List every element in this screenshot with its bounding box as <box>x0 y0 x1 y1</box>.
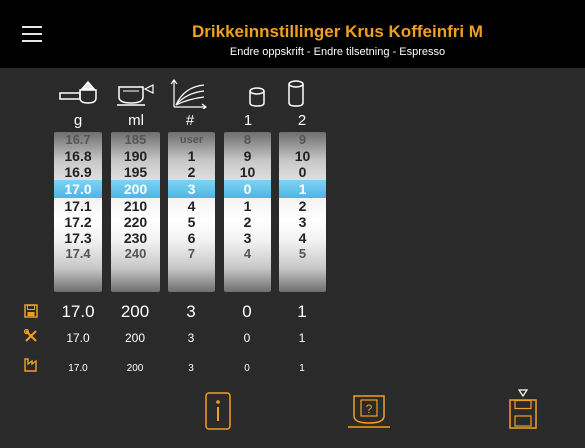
picker-item[interactable]: 16.8 <box>54 148 102 164</box>
picker-item[interactable]: 16.7 <box>54 132 102 148</box>
picker-item[interactable]: 240 <box>111 246 160 262</box>
factory-value-profile: 3 <box>188 363 194 374</box>
save-button[interactable] <box>507 388 539 430</box>
page-title: Drikkeinnstillinger Krus Koffeinfri M <box>192 22 483 41</box>
picker-item[interactable]: 195 <box>111 164 160 180</box>
column-label-profile: # <box>185 112 195 129</box>
picker-container-1[interactable]: 8 9 10 0 1 2 3 4 <box>224 132 271 292</box>
column-label-grams: g <box>73 112 83 129</box>
picker-item[interactable]: 1 <box>224 198 271 214</box>
service-value-container-1: 0 <box>243 331 251 345</box>
saved-value-grams: 17.0 <box>61 302 95 321</box>
picker-item[interactable]: 0 <box>279 164 326 180</box>
picker-item[interactable]: 4 <box>168 198 215 214</box>
factory-icon <box>24 358 37 372</box>
column-label-container-1: 1 <box>243 112 253 129</box>
factory-value-ml: 200 <box>126 363 144 374</box>
picker-item[interactable]: 17.1 <box>54 198 102 214</box>
picker-item[interactable]: 7 <box>168 246 215 262</box>
picker-item[interactable]: 4 <box>279 230 326 246</box>
picker-item[interactable]: 10 <box>224 164 271 180</box>
picker-item[interactable]: 230 <box>111 230 160 246</box>
picker-item[interactable]: 17.4 <box>54 246 102 262</box>
picker-item[interactable]: 1 <box>168 148 215 164</box>
factory-value-grams: 17.0 <box>68 363 88 374</box>
picker-item[interactable]: 5 <box>279 246 326 262</box>
service-value-grams: 17.0 <box>66 331 90 345</box>
container-2-icon <box>288 80 304 107</box>
picker-item-selected[interactable]: 3 <box>168 180 215 198</box>
picker-item[interactable]: 17.2 <box>54 214 102 230</box>
factory-value-container-1: 0 <box>244 363 250 374</box>
picker-item[interactable]: 8 <box>224 132 271 148</box>
info-button[interactable] <box>205 392 231 430</box>
factory-value-container-2: 1 <box>299 363 305 374</box>
save-icon <box>24 304 38 318</box>
service-value-container-2: 1 <box>298 331 306 345</box>
tools-icon <box>24 329 37 342</box>
picker-item[interactable]: 9 <box>224 148 271 164</box>
picker-grams[interactable]: 16.7 16.8 16.9 17.0 17.1 17.2 17.3 17.4 <box>54 132 102 292</box>
picker-item[interactable]: 5 <box>168 214 215 230</box>
service-value-profile: 3 <box>187 331 195 345</box>
service-value-ml: 200 <box>124 331 146 345</box>
picker-container-2[interactable]: 9 10 0 1 2 3 4 5 <box>279 132 326 292</box>
picker-item-selected[interactable]: 17.0 <box>54 180 102 198</box>
flow-profile-icon <box>170 79 207 109</box>
column-label-ml: ml <box>128 112 144 129</box>
picker-item[interactable]: 9 <box>279 132 326 148</box>
picker-item[interactable]: 16.9 <box>54 164 102 180</box>
header-bar: Drikkeinnstillinger Krus Koffeinfri M En… <box>0 0 585 68</box>
picker-item[interactable]: 4 <box>224 246 271 262</box>
cup-help-button[interactable]: ? <box>346 392 392 430</box>
saved-value-ml: 200 <box>120 302 150 321</box>
saved-value-container-1: 0 <box>242 302 252 321</box>
picker-profile[interactable]: user 1 2 3 4 5 6 7 <box>168 132 215 292</box>
picker-item-selected[interactable]: 200 <box>111 180 160 198</box>
picker-item[interactable]: 2 <box>224 214 271 230</box>
svg-text:?: ? <box>366 402 373 416</box>
picker-item-selected[interactable]: 1 <box>279 180 326 198</box>
saved-value-container-2: 1 <box>297 302 307 321</box>
picker-item[interactable]: 185 <box>111 132 160 148</box>
saved-value-profile: 3 <box>186 302 196 321</box>
picker-item[interactable]: 17.3 <box>54 230 102 246</box>
menu-icon[interactable] <box>22 26 42 44</box>
picker-item[interactable]: 6 <box>168 230 215 246</box>
picker-item[interactable]: 3 <box>224 230 271 246</box>
container-1-icon <box>249 87 265 107</box>
picker-item-selected[interactable]: 0 <box>224 180 271 198</box>
picker-item[interactable]: 220 <box>111 214 160 230</box>
picker-item[interactable]: 2 <box>279 198 326 214</box>
breadcrumb: Endre oppskrift - Endre tilsetning - Esp… <box>229 46 446 58</box>
picker-item[interactable]: 10 <box>279 148 326 164</box>
picker-item[interactable]: 2 <box>168 164 215 180</box>
picker-item[interactable]: 190 <box>111 148 160 164</box>
cup-volume-icon <box>117 84 154 106</box>
picker-ml[interactable]: 185 190 195 200 210 220 230 240 <box>111 132 160 292</box>
picker-item[interactable]: user <box>168 132 215 148</box>
coffee-scoop-icon <box>59 80 97 104</box>
column-label-container-2: 2 <box>297 112 307 129</box>
picker-item[interactable]: 210 <box>111 198 160 214</box>
picker-item[interactable]: 3 <box>279 214 326 230</box>
